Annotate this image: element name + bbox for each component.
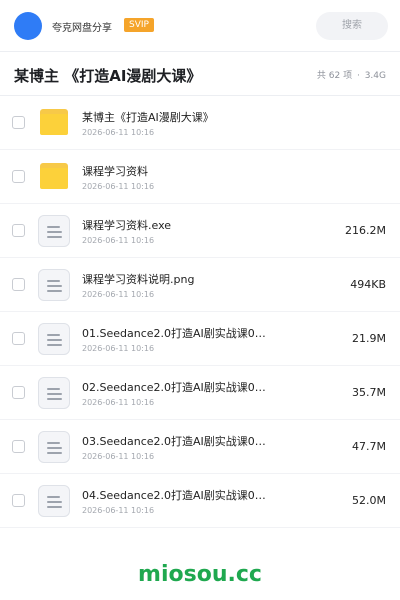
row-checkbox[interactable] bbox=[12, 494, 25, 507]
row-checkbox[interactable] bbox=[12, 224, 25, 237]
file-name: 02.Seedance2.0打造AI剧实战课02.… bbox=[82, 381, 270, 394]
file-row-folder[interactable]: 某博主《打造AI漫剧大课》 2026-06-11 10:16 bbox=[0, 96, 400, 150]
file-name: 课程学习资料.exe bbox=[82, 219, 172, 232]
share-summary: 共 62 项 · 3.4G bbox=[316, 68, 387, 81]
document-icon bbox=[38, 377, 70, 409]
file-date: 2026-06-11 10:16 bbox=[82, 452, 155, 461]
file-row[interactable]: 02.Seedance2.0打造AI剧实战课02.… 2026-06-11 10… bbox=[0, 366, 400, 420]
row-checkbox[interactable] bbox=[12, 332, 25, 345]
document-icon bbox=[38, 485, 70, 517]
svip-badge: SVIP bbox=[124, 18, 154, 32]
document-icon bbox=[38, 431, 70, 463]
summary-separator: · bbox=[356, 71, 360, 81]
share-titlebar: 某博主 《打造AI漫剧大课》 共 62 项 · 3.4G bbox=[0, 52, 400, 96]
document-icon bbox=[38, 215, 70, 247]
page-title: 某博主 《打造AI漫剧大课》 bbox=[14, 67, 202, 85]
file-size: 47.7M bbox=[352, 440, 386, 453]
folder-icon bbox=[40, 163, 68, 189]
document-icon bbox=[38, 323, 70, 355]
file-size: 216.2M bbox=[345, 224, 386, 237]
file-row[interactable]: 04.Seedance2.0打造AI剧实战课04.… 2026-06-11 10… bbox=[0, 474, 400, 528]
file-size: 494KB bbox=[350, 278, 386, 291]
file-size: 52.0M bbox=[352, 494, 386, 507]
avatar[interactable] bbox=[14, 12, 42, 40]
file-date: 2026-06-11 10:16 bbox=[82, 506, 155, 515]
row-checkbox[interactable] bbox=[12, 278, 25, 291]
document-icon bbox=[38, 269, 70, 301]
file-row[interactable]: 课程学习资料.exe 2026-06-11 10:16 216.2M bbox=[0, 204, 400, 258]
file-row[interactable]: 01.Seedance2.0打造AI剧实战课01.… 2026-06-11 10… bbox=[0, 312, 400, 366]
file-date: 2026-06-11 10:16 bbox=[82, 236, 155, 245]
file-row-folder[interactable]: 课程学习资料 2026-06-11 10:16 bbox=[0, 150, 400, 204]
file-name: 某博主《打造AI漫剧大课》 bbox=[82, 111, 214, 124]
file-date: 2026-06-11 10:16 bbox=[82, 290, 155, 299]
row-checkbox[interactable] bbox=[12, 116, 25, 129]
file-date: 2026-06-11 10:16 bbox=[82, 398, 155, 407]
watermark: miosou.cc bbox=[138, 562, 262, 587]
file-list: 某博主《打造AI漫剧大课》 2026-06-11 10:16 课程学习资料 20… bbox=[0, 96, 400, 528]
file-name: 01.Seedance2.0打造AI剧实战课01.… bbox=[82, 327, 270, 340]
item-count: 共 62 项 bbox=[316, 71, 353, 81]
file-name: 课程学习资料 bbox=[82, 165, 148, 178]
file-row[interactable]: 课程学习资料说明.png 2026-06-11 10:16 494KB bbox=[0, 258, 400, 312]
file-name: 03.Seedance2.0打造AI剧实战课03.… bbox=[82, 435, 270, 448]
user-name: 夸克网盘分享 bbox=[52, 23, 112, 34]
row-checkbox[interactable] bbox=[12, 440, 25, 453]
file-row[interactable]: 03.Seedance2.0打造AI剧实战课03.… 2026-06-11 10… bbox=[0, 420, 400, 474]
file-size: 35.7M bbox=[352, 386, 386, 399]
file-name: 04.Seedance2.0打造AI剧实战课04.… bbox=[82, 489, 270, 502]
total-size: 3.4G bbox=[364, 71, 386, 81]
file-size: 21.9M bbox=[352, 332, 386, 345]
file-name: 课程学习资料说明.png bbox=[82, 273, 195, 286]
file-date: 2026-06-11 10:16 bbox=[82, 344, 155, 353]
app-header: 夸克网盘分享 SVIP 搜索 bbox=[0, 0, 400, 52]
search-button[interactable]: 搜索 bbox=[316, 12, 388, 40]
file-date: 2026-06-11 10:16 bbox=[82, 128, 155, 137]
file-date: 2026-06-11 10:16 bbox=[82, 182, 155, 191]
folder-icon bbox=[40, 109, 68, 135]
row-checkbox[interactable] bbox=[12, 386, 25, 399]
row-checkbox[interactable] bbox=[12, 170, 25, 183]
